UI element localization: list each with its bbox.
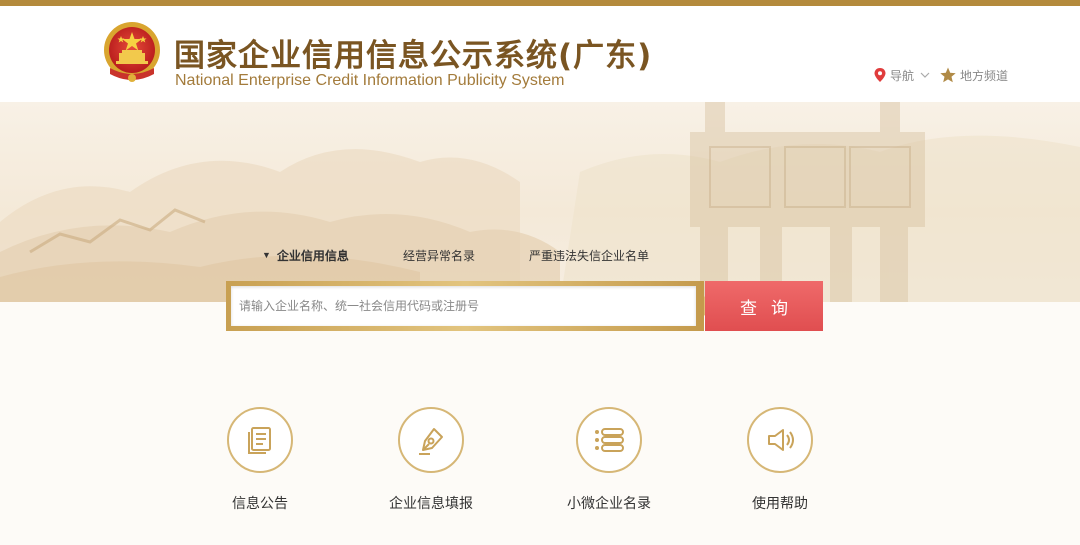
search-input[interactable] bbox=[231, 286, 696, 326]
quick-link-circle bbox=[747, 407, 813, 473]
tab-serious-violations-list[interactable]: 严重违法失信企业名单 bbox=[529, 245, 649, 265]
chevron-down-icon bbox=[920, 72, 930, 78]
quick-link-circle bbox=[398, 407, 464, 473]
quick-link-circle bbox=[227, 407, 293, 473]
top-nav: 导航 地方频道 bbox=[874, 66, 1008, 84]
site-header: 国家企业信用信息公示系统(广东) National Enterprise Cre… bbox=[0, 6, 1080, 102]
tab-label: 经营异常名录 bbox=[402, 248, 475, 263]
caret-down-icon: ▼ bbox=[262, 250, 271, 260]
quick-link-report-filing[interactable]: 企业信息填报 bbox=[361, 407, 501, 527]
star-icon bbox=[940, 67, 956, 83]
quick-link-label: 企业信息填报 bbox=[389, 495, 473, 511]
site-title-en: National Enterprise Credit Information P… bbox=[175, 72, 565, 89]
local-channel-link[interactable]: 地方频道 bbox=[940, 67, 1008, 84]
search-box bbox=[226, 281, 704, 331]
pen-nib-icon bbox=[419, 428, 443, 455]
map-pin-icon bbox=[874, 68, 886, 82]
great-wall-landscape-illustration bbox=[0, 102, 1080, 302]
hero-banner bbox=[0, 102, 1080, 302]
nav-menu-button[interactable]: 导航 bbox=[874, 67, 940, 84]
list-icon bbox=[595, 428, 624, 452]
quick-link-help[interactable]: 使用帮助 bbox=[710, 407, 850, 527]
tab-abnormal-operations-list[interactable]: 经营异常名录 bbox=[403, 245, 475, 265]
quick-link-circle bbox=[576, 407, 642, 473]
document-icon bbox=[248, 427, 271, 454]
quick-link-small-business-directory[interactable]: 小微企业名录 bbox=[539, 407, 679, 527]
site-title-cn: 国家企业信用信息公示系统(广东) bbox=[174, 38, 653, 74]
quick-link-label: 小微企业名录 bbox=[567, 495, 651, 511]
tab-label: 企业信用信息 bbox=[276, 248, 349, 263]
search-button[interactable]: 查询 bbox=[705, 281, 823, 331]
speaker-icon bbox=[768, 429, 794, 451]
tab-label: 严重违法失信企业名单 bbox=[528, 248, 649, 263]
quick-link-info-notice[interactable]: 信息公告 bbox=[190, 407, 330, 527]
search-button-label: 查询 bbox=[740, 298, 802, 318]
search-tabs: ▼ 企业信用信息 经营异常名录 严重违法失信企业名单 bbox=[262, 245, 703, 265]
national-emblem-icon bbox=[104, 22, 160, 82]
quick-link-label: 信息公告 bbox=[232, 495, 288, 511]
local-channel-label: 地方频道 bbox=[960, 68, 1009, 83]
tab-enterprise-credit-info[interactable]: ▼ 企业信用信息 bbox=[262, 245, 349, 265]
quick-link-label: 使用帮助 bbox=[752, 495, 808, 511]
nav-menu-label: 导航 bbox=[890, 68, 915, 83]
